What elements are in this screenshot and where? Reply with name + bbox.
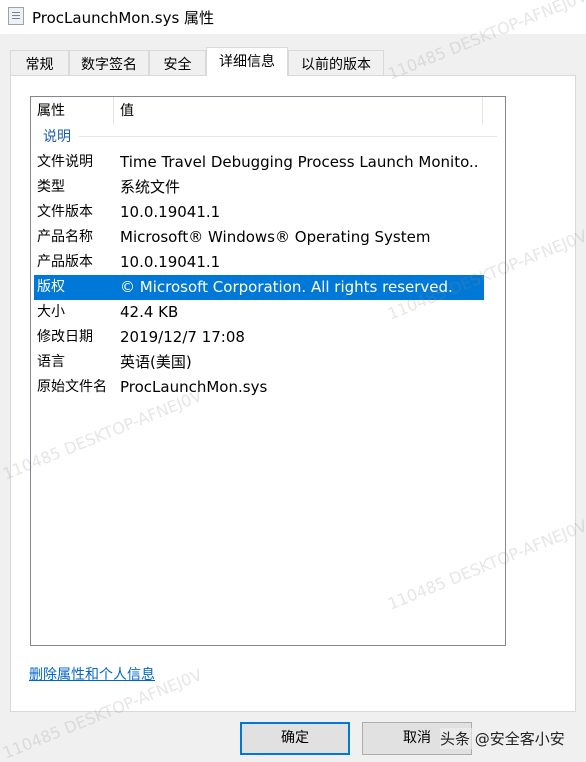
remove-properties-link[interactable]: 删除属性和个人信息	[29, 664, 155, 684]
property-name: 类型	[37, 179, 65, 195]
group-label: 说明	[43, 129, 71, 145]
list-item[interactable]: 产品版本 10.0.19041.1	[31, 250, 505, 275]
property-name: 修改日期	[37, 329, 93, 345]
title-bar: ProcLaunchMon.sys 属性	[0, 0, 586, 34]
property-name: 产品名称	[37, 229, 93, 245]
tab-digital-signatures[interactable]: 数字签名	[69, 50, 149, 75]
window-title: ProcLaunchMon.sys 属性	[32, 9, 215, 27]
list-item[interactable]: 类型 系统文件	[31, 175, 505, 200]
property-value: 系统文件	[120, 178, 181, 196]
tab-security[interactable]: 安全	[149, 50, 206, 75]
property-value: 英语(美国)	[120, 353, 192, 371]
property-value: Time Travel Debugging Process Launch Mon…	[120, 153, 480, 171]
property-name: 原始文件名	[37, 379, 107, 395]
group-divider	[79, 136, 497, 137]
tab-previous-versions[interactable]: 以前的版本	[288, 50, 384, 75]
list-item-selected[interactable]: 版权 © Microsoft Corporation. All rights r…	[34, 275, 484, 300]
tab-details[interactable]: 详细信息	[206, 47, 288, 76]
list-item[interactable]: 语言 英语(美国)	[31, 350, 505, 375]
tab-general[interactable]: 常规	[10, 50, 69, 75]
property-name: 产品版本	[37, 254, 93, 270]
property-value: 10.0.19041.1	[120, 253, 221, 271]
property-value: ProcLaunchMon.sys	[120, 378, 268, 396]
list-item[interactable]: 大小 42.4 KB	[31, 300, 505, 325]
property-value: © Microsoft Corporation. All rights rese…	[120, 278, 453, 296]
property-name: 版权	[37, 279, 65, 295]
property-name: 文件版本	[37, 204, 93, 220]
list-item[interactable]: 产品名称 Microsoft® Windows® Operating Syste…	[31, 225, 505, 250]
list-item[interactable]: 修改日期 2019/12/7 17:08	[31, 325, 505, 350]
list-header: 属性 值	[31, 97, 505, 125]
overlay-credit: 头条 @安全客小安	[440, 728, 565, 749]
column-header-value[interactable]: 值	[114, 97, 483, 125]
property-value: 2019/12/7 17:08	[120, 328, 245, 346]
property-name: 文件说明	[37, 154, 93, 170]
property-name: 大小	[37, 304, 65, 320]
property-value: 10.0.19041.1	[120, 203, 221, 221]
group-header: 说明	[31, 125, 505, 147]
property-value: 42.4 KB	[120, 303, 179, 321]
column-header-property[interactable]: 属性	[31, 97, 114, 125]
ok-button[interactable]: 确定	[240, 722, 350, 755]
property-value: Microsoft® Windows® Operating System	[120, 228, 431, 246]
details-list[interactable]: 属性 值 说明 文件说明 Time Travel Debugging Proce…	[30, 96, 506, 646]
file-icon	[8, 7, 24, 25]
list-item[interactable]: 文件版本 10.0.19041.1	[31, 200, 505, 225]
list-item[interactable]: 文件说明 Time Travel Debugging Process Launc…	[31, 150, 505, 175]
list-item[interactable]: 原始文件名 ProcLaunchMon.sys	[31, 375, 505, 400]
property-name: 语言	[37, 354, 65, 370]
